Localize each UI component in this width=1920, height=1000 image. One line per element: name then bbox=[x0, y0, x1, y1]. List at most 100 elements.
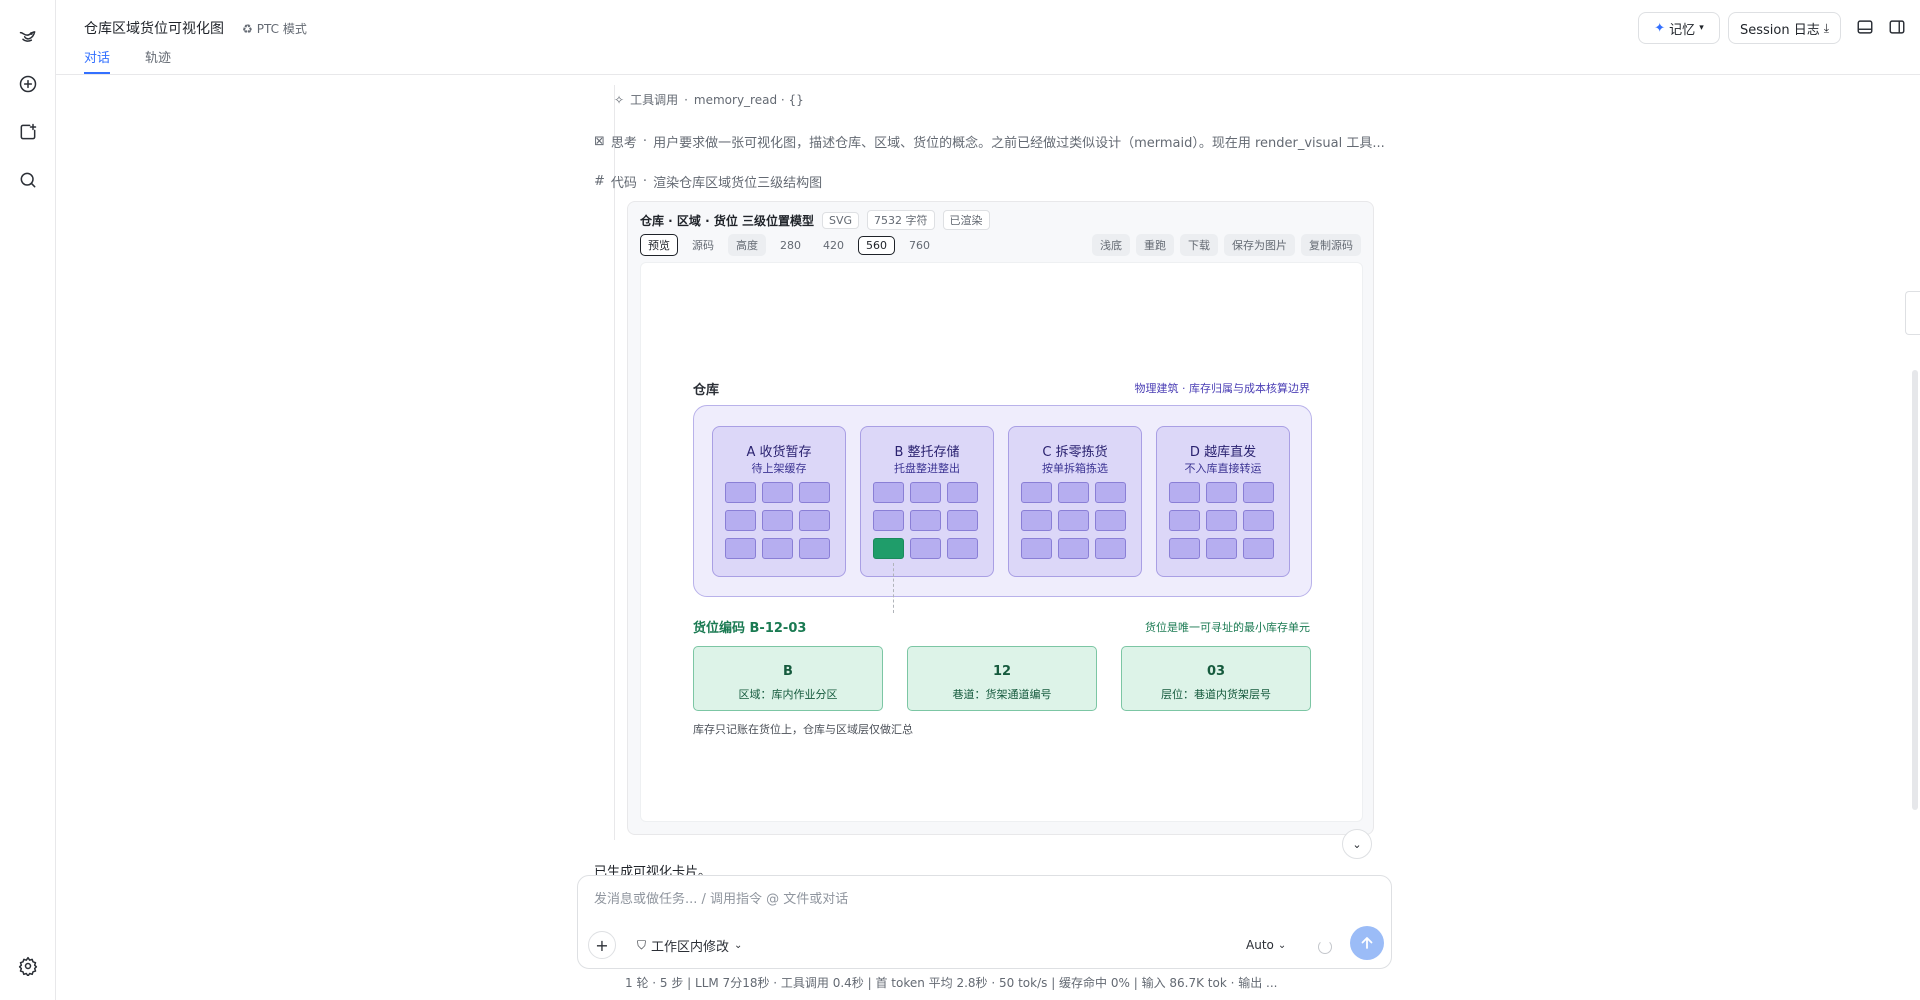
card-title: 仓库 · 区域 · 货位 三级位置模型 bbox=[640, 213, 815, 228]
code-segment: 12 巷道：货架通道编号 bbox=[907, 646, 1097, 711]
storage-slot bbox=[1021, 482, 1052, 503]
storage-slot bbox=[1243, 510, 1274, 531]
scroll-to-bottom-button[interactable]: ⌄ bbox=[1342, 829, 1372, 859]
zone-subtitle: 按单拆箱拣选 bbox=[1042, 462, 1108, 475]
tab-trace[interactable]: 轨迹 bbox=[145, 47, 171, 72]
storage-slot bbox=[725, 538, 756, 559]
tab-chat[interactable]: 对话 bbox=[84, 47, 111, 74]
caret-down-icon: ▾ bbox=[1699, 23, 1704, 33]
highlighted-slot bbox=[873, 538, 904, 559]
zone-box: D 越库直发 不入库直接转运 bbox=[1156, 426, 1290, 577]
plus-icon: + bbox=[595, 935, 609, 955]
copy-source-button[interactable]: 复制源码 bbox=[1301, 234, 1361, 256]
segment-description: 巷道：货架通道编号 bbox=[952, 688, 1052, 701]
tab-source[interactable]: 源码 bbox=[684, 234, 722, 256]
segment-value: B bbox=[783, 664, 793, 679]
light-background-button[interactable]: 浅底 bbox=[1092, 234, 1130, 256]
card-view-toolbar: 预览 源码 高度 280 420 560 760 bbox=[640, 234, 938, 256]
download-icon: ⤓ bbox=[1823, 20, 1830, 35]
zone-subtitle: 不入库直接转运 bbox=[1184, 462, 1262, 475]
storage-slot bbox=[1095, 482, 1126, 503]
rerun-button[interactable]: 重跑 bbox=[1136, 234, 1174, 256]
height-option-420[interactable]: 420 bbox=[815, 236, 852, 255]
diagram-footnote: 库存只记账在货位上，仓库与区域层仅做汇总 bbox=[693, 723, 913, 736]
storage-slot bbox=[1206, 482, 1237, 503]
thought-step[interactable]: ⊠ 思考 · 用户要求做一张可视化图，描述仓库、区域、货位的概念。之前已经做过类… bbox=[594, 132, 1385, 151]
storage-slot bbox=[762, 538, 793, 559]
memory-label: 记忆 bbox=[1669, 22, 1696, 38]
download-button[interactable]: 下载 bbox=[1180, 234, 1218, 256]
workspace-scope-select[interactable]: ⛉ 工作区内修改 ⌄ bbox=[637, 936, 742, 955]
tab-preview[interactable]: 预览 bbox=[640, 234, 678, 256]
app-logo-icon[interactable] bbox=[14, 22, 42, 50]
code-label: 代码 bbox=[610, 176, 637, 191]
storage-slot bbox=[1243, 538, 1274, 559]
visual-card: 仓库 · 区域 · 货位 三级位置模型 SVG 7532 字符 已渲染 预览 源… bbox=[627, 201, 1374, 835]
storage-slot bbox=[799, 538, 830, 559]
message-input[interactable] bbox=[594, 892, 1374, 907]
storage-slot bbox=[1206, 538, 1237, 559]
side-drawer-handle[interactable] bbox=[1905, 291, 1920, 335]
height-option-760[interactable]: 760 bbox=[901, 236, 938, 255]
recycle-icon: ♻ bbox=[242, 21, 253, 36]
tool-call-step[interactable]: ✧ 工具调用 · memory_read · {} bbox=[614, 91, 804, 108]
session-log-button[interactable]: Session 日志 ⤓ bbox=[1728, 12, 1841, 44]
chevron-down-icon: ⌄ bbox=[1277, 939, 1287, 951]
zone-title: C 拆零拣货 bbox=[1042, 445, 1108, 460]
warehouse-box: A 收货暂存 待上架缓存 B 整托存储 托盘整进整出 C 拆零拣货 按单拆箱拣选 D 越库直… bbox=[693, 405, 1312, 597]
storage-slot bbox=[1169, 538, 1200, 559]
page-scrollbar[interactable] bbox=[1912, 370, 1918, 810]
thought-icon: ⊠ bbox=[594, 134, 605, 149]
ptc-mode-badge: ♻ PTC 模式 bbox=[242, 20, 307, 37]
separator-dot: · bbox=[642, 134, 648, 149]
scope-label: 工作区内修改 bbox=[651, 940, 730, 955]
storage-slot bbox=[1021, 538, 1052, 559]
warehouse-label: 仓库 bbox=[693, 383, 720, 398]
composer: + ⛉ 工作区内修改 ⌄ Auto ⌄ bbox=[577, 875, 1392, 969]
send-button[interactable] bbox=[1350, 926, 1384, 960]
tool-call-label: 工具调用 bbox=[630, 93, 679, 107]
model-mode-select[interactable]: Auto ⌄ bbox=[1246, 938, 1286, 952]
code-step[interactable]: # 代码 · 渲染仓库区域货位三级结构图 bbox=[594, 172, 822, 191]
storage-slot bbox=[762, 482, 793, 503]
storage-slot bbox=[1206, 510, 1237, 531]
zone-title: A 收货暂存 bbox=[746, 445, 812, 460]
storage-slot bbox=[947, 510, 978, 531]
storage-slot bbox=[1243, 482, 1274, 503]
storage-slot bbox=[762, 510, 793, 531]
chevron-down-icon: ⌄ bbox=[1352, 837, 1362, 851]
memory-button[interactable]: ✦ 记忆 ▾ bbox=[1638, 12, 1720, 44]
settings-gear-icon[interactable] bbox=[14, 952, 42, 980]
zone-title: B 整托存储 bbox=[894, 445, 960, 460]
zone-box: A 收货暂存 待上架缓存 bbox=[712, 426, 846, 577]
tool-sparkle-icon: ✧ bbox=[614, 92, 625, 107]
bottom-panel-toggle-icon[interactable] bbox=[1856, 18, 1876, 38]
storage-slot bbox=[910, 482, 941, 503]
search-icon[interactable] bbox=[14, 166, 42, 194]
new-chat-icon[interactable] bbox=[14, 70, 42, 98]
segment-description: 层位：巷道内货架层号 bbox=[1161, 688, 1271, 701]
new-task-icon[interactable] bbox=[14, 118, 42, 146]
run-stats-bar: 1 轮 · 5 步 | LLM 7分18秒 · 工具调用 0.4秒 | 首 to… bbox=[625, 976, 1278, 990]
card-header: 仓库 · 区域 · 货位 三级位置模型 SVG 7532 字符 已渲染 bbox=[640, 210, 990, 230]
side-panel-toggle-icon[interactable] bbox=[1888, 18, 1908, 38]
height-option-560[interactable]: 560 bbox=[858, 235, 895, 255]
storage-slot bbox=[1169, 510, 1200, 531]
storage-slot bbox=[799, 482, 830, 503]
add-attachment-button[interactable]: + bbox=[588, 931, 616, 959]
slot-code-label: 货位编码 B-12-03 bbox=[693, 621, 807, 636]
save-as-image-button[interactable]: 保存为图片 bbox=[1224, 234, 1295, 256]
height-option-280[interactable]: 280 bbox=[772, 236, 809, 255]
thought-label: 思考 bbox=[610, 136, 637, 151]
storage-slot bbox=[725, 510, 756, 531]
storage-slot bbox=[1095, 510, 1126, 531]
left-rail bbox=[0, 0, 56, 1000]
zone-subtitle: 待上架缓存 bbox=[751, 462, 807, 475]
storage-slot bbox=[910, 510, 941, 531]
separator-dot: · bbox=[684, 92, 688, 107]
session-log-label: Session 日志 bbox=[1739, 22, 1820, 38]
thread-line bbox=[614, 85, 615, 840]
sparkle-icon: ✦ bbox=[1654, 20, 1666, 36]
render-status-chip: 已渲染 bbox=[942, 210, 990, 230]
height-label: 高度 bbox=[728, 234, 766, 256]
